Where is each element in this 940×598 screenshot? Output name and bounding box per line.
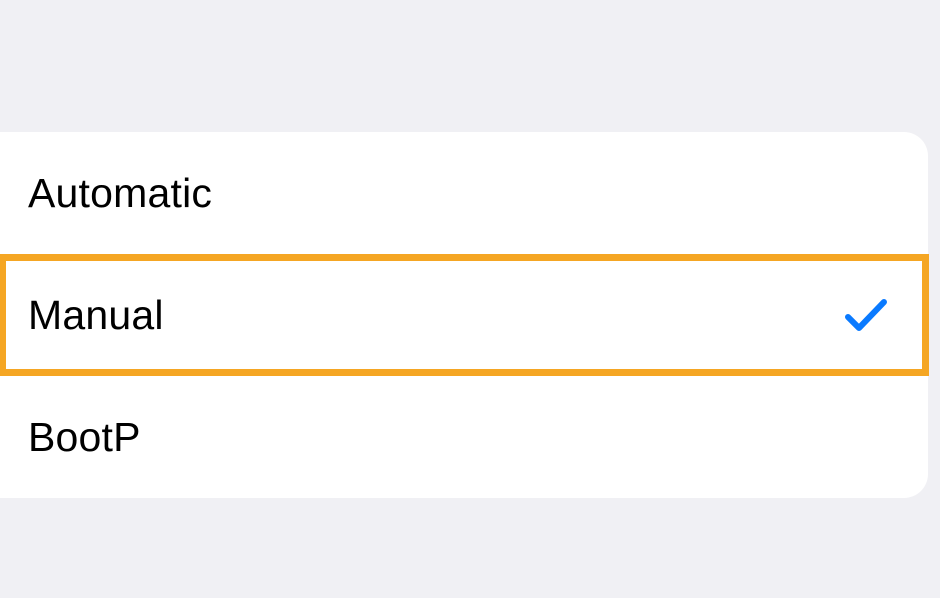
option-manual[interactable]: Manual	[0, 254, 929, 376]
option-bootp[interactable]: BootP	[0, 376, 928, 498]
settings-list: Automatic Manual BootP	[0, 132, 928, 498]
option-automatic[interactable]: Automatic	[0, 132, 928, 254]
option-label: Automatic	[28, 170, 212, 217]
option-label: BootP	[28, 414, 141, 461]
option-label: Manual	[28, 292, 164, 339]
checkmark-icon	[844, 293, 888, 337]
